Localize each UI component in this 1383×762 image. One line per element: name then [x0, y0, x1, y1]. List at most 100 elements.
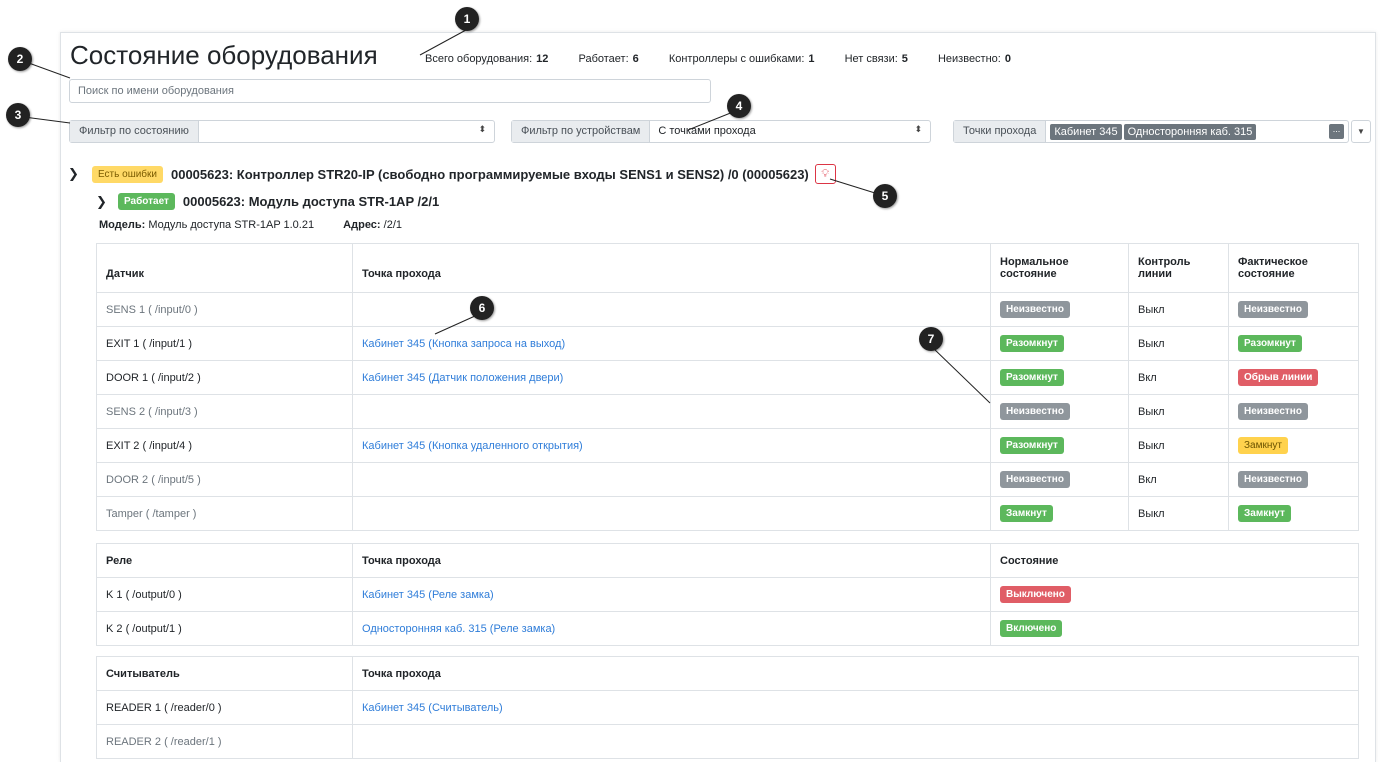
- relay-name: K 2 ( /output/1 ): [96, 611, 353, 646]
- stat-no-connection: Нет связи: 5: [844, 53, 908, 65]
- tag-item[interactable]: Кабинет 345: [1050, 124, 1122, 140]
- stat-unknown: Неизвестно: 0: [937, 53, 1011, 65]
- status-badge: Разомкнут: [1000, 369, 1064, 386]
- status-badge: Работает: [118, 193, 175, 210]
- chevron-down-icon[interactable]: ❯: [68, 166, 84, 182]
- table-row: READER 2 ( /reader/1 ): [96, 724, 1359, 759]
- access-point-link[interactable]: Кабинет 345 (Датчик положения двери): [362, 372, 563, 384]
- access-point-cell: Кабинет 345 (Реле замка): [352, 577, 991, 612]
- table-row: EXIT 1 ( /input/1 ) Кабинет 345 (Кнопка з…: [96, 326, 1359, 361]
- access-points-tags: Кабинет 345 Односторонняя каб. 315: [1046, 121, 1348, 142]
- select-arrow-icon: ⬍: [914, 124, 922, 134]
- more-button[interactable]: ...: [1329, 124, 1344, 139]
- normal-state-cell: Замкнут: [990, 496, 1129, 531]
- controller-row[interactable]: ❯ Есть ошибки 00005623: Контроллер STR20…: [68, 164, 836, 184]
- search-input[interactable]: [69, 79, 711, 103]
- status-badge: Неизвестно: [1238, 403, 1308, 420]
- access-point-link[interactable]: Кабинет 345 (Реле замка): [362, 589, 494, 601]
- access-point-link[interactable]: Кабинет 345 (Кнопка удаленного открытия): [362, 440, 583, 452]
- status-badge: Неизвестно: [1000, 471, 1070, 488]
- sensor-name: EXIT 1 ( /input/1 ): [96, 326, 353, 361]
- table-row: DOOR 2 ( /input/5 ) Неизвестно Вкл Неизвест…: [96, 462, 1359, 497]
- normal-state-cell: Разомкнут: [990, 428, 1129, 463]
- lightbulb-icon[interactable]: 💡︎: [814, 164, 836, 184]
- callout-marker: 5: [873, 184, 897, 208]
- tag-item[interactable]: Односторонняя каб. 315: [1123, 124, 1257, 140]
- status-badge: Неизвестно: [1000, 301, 1070, 318]
- table-row: SENS 2 ( /input/3 ) Неизвестно Выкл Неизвес…: [96, 394, 1359, 429]
- actual-state-cell: Замкнут: [1228, 428, 1359, 463]
- device-filter-select[interactable]: С точками прохода ⬍: [650, 121, 930, 142]
- status-badge: Замкнут: [1000, 505, 1053, 522]
- module-title: 00005623: Модуль доступа STR-1AP /2/1: [182, 194, 440, 209]
- access-points-label: Точки прохода: [954, 121, 1047, 142]
- state-filter-select[interactable]: ⬍: [199, 121, 494, 142]
- relays-table: Реле Точка прохода Состояние K 1 ( /outp…: [96, 543, 1359, 646]
- table-row: EXIT 2 ( /input/4 ) Кабинет 345 (Кнопка у…: [96, 428, 1359, 463]
- status-badge: Неизвестно: [1000, 403, 1070, 420]
- sensors-table: Датчик Точка прохода Нормальное состояни…: [96, 243, 1359, 531]
- line-control-cell: Выкл: [1128, 496, 1229, 531]
- line-control-cell: Вкл: [1128, 360, 1229, 395]
- col-actual-state: Фактическое состояние: [1228, 243, 1359, 293]
- access-point-cell: [352, 724, 1359, 759]
- access-point-link[interactable]: Кабинет 345 (Считыватель): [362, 702, 503, 714]
- sensor-name: SENS 1 ( /input/0 ): [96, 292, 353, 327]
- access-point-cell: Кабинет 345 (Датчик положения двери): [352, 360, 991, 395]
- access-point-cell: [352, 462, 991, 497]
- access-point-cell: [352, 496, 991, 531]
- status-badge: Обрыв линии: [1238, 369, 1319, 386]
- module-row[interactable]: ❯ Работает 00005623: Модуль доступа STR-…: [96, 193, 439, 210]
- stats-bar: Всего оборудования: 12 Работает: 6 Контрол…: [425, 53, 1038, 65]
- status-badge: Есть ошибки: [92, 165, 163, 183]
- state-filter[interactable]: Фильтр по состоянию ⬍: [69, 120, 495, 143]
- col-sensor: Датчик: [96, 243, 353, 293]
- col-relay: Реле: [96, 543, 353, 578]
- callout-marker: 1: [455, 7, 479, 31]
- access-points-filter[interactable]: Точки прохода Кабинет 345 Односторонняя …: [953, 120, 1349, 143]
- line-control-cell: Выкл: [1128, 292, 1229, 327]
- table-row: K 1 ( /output/0 ) Кабинет 345 (Реле замка…: [96, 577, 1359, 612]
- callout-marker: 3: [6, 103, 30, 127]
- table-row: K 2 ( /output/1 ) Односторонняя каб. 315 …: [96, 611, 1359, 646]
- stat-working: Работает: 6: [578, 53, 639, 65]
- access-point-cell: Кабинет 345 (Считыватель): [352, 690, 1359, 725]
- status-badge: Неизвестно: [1238, 301, 1308, 318]
- chevron-down-icon[interactable]: ▼: [1351, 120, 1371, 143]
- sensor-name: SENS 2 ( /input/3 ): [96, 394, 353, 429]
- actual-state-cell: Неизвестно: [1228, 462, 1359, 497]
- sensor-name: DOOR 1 ( /input/2 ): [96, 360, 353, 395]
- sensor-name: DOOR 2 ( /input/5 ): [96, 462, 353, 497]
- normal-state-cell: Неизвестно: [990, 292, 1129, 327]
- state-cell: Выключено: [990, 577, 1359, 612]
- callout-marker: 7: [919, 327, 943, 351]
- sensor-name: EXIT 2 ( /input/4 ): [96, 428, 353, 463]
- col-access-point: Точка прохода: [352, 243, 991, 293]
- state-filter-label: Фильтр по состоянию: [70, 121, 199, 142]
- access-point-link[interactable]: Кабинет 345 (Кнопка запроса на выход): [362, 338, 565, 350]
- relay-name: K 1 ( /output/0 ): [96, 577, 353, 612]
- access-point-cell: Кабинет 345 (Кнопка запроса на выход): [352, 326, 991, 361]
- access-point-cell: Односторонняя каб. 315 (Реле замка): [352, 611, 991, 646]
- stat-errors: Контроллеры с ошибками: 1: [668, 53, 815, 65]
- status-badge: Разомкнут: [1000, 437, 1064, 454]
- chevron-down-icon[interactable]: ❯: [96, 194, 112, 210]
- actual-state-cell: Обрыв линии: [1228, 360, 1359, 395]
- line-control-cell: Выкл: [1128, 394, 1229, 429]
- controller-title: 00005623: Контроллер STR20-IP (свободно …: [170, 166, 809, 182]
- status-badge: Разомкнут: [1238, 335, 1302, 352]
- col-access-point: Точка прохода: [352, 543, 991, 578]
- reader-name: READER 2 ( /reader/1 ): [96, 724, 353, 759]
- status-badge: Замкнут: [1238, 505, 1291, 522]
- readers-table: Считыватель Точка прохода READER 1 ( /re…: [96, 656, 1359, 759]
- select-arrow-icon: ⬍: [478, 124, 486, 134]
- table-row: DOOR 1 ( /input/2 ) Кабинет 345 (Датчик п…: [96, 360, 1359, 395]
- device-filter-label: Фильтр по устройствам: [512, 121, 651, 142]
- line-control-cell: Выкл: [1128, 428, 1229, 463]
- col-normal-state: Нормальное состояние: [990, 243, 1129, 293]
- stat-total: Всего оборудования: 12: [425, 53, 549, 65]
- access-point-link[interactable]: Односторонняя каб. 315 (Реле замка): [362, 623, 555, 635]
- device-filter[interactable]: Фильтр по устройствам С точками прохода ⬍: [511, 120, 931, 143]
- sensor-name: Tamper ( /tamper ): [96, 496, 353, 531]
- col-access-point: Точка прохода: [352, 656, 1359, 691]
